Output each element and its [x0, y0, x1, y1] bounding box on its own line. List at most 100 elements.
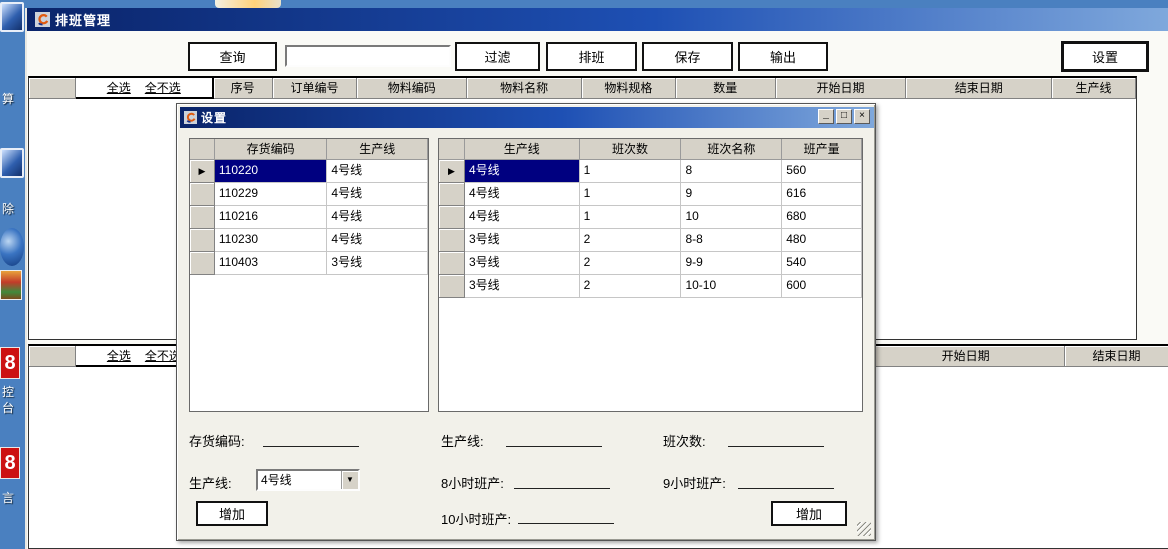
row-marker-cell[interactable]: ▶ — [190, 160, 215, 183]
table-row[interactable]: ▶ 4号线 1 8 560 — [439, 160, 862, 183]
column-header[interactable]: 存货编码 — [215, 139, 328, 160]
column-header[interactable]: 物料规格 — [582, 78, 676, 99]
cell-line[interactable]: 4号线 — [465, 160, 580, 183]
cell-shift-name[interactable]: 8-8 — [681, 229, 782, 252]
save-button[interactable]: 保存 — [642, 42, 733, 71]
cell-line[interactable]: 4号线 — [327, 206, 428, 229]
column-header[interactable]: 物料编码 — [357, 78, 467, 99]
cell-inventory-code[interactable]: 110229 — [215, 183, 328, 206]
column-header[interactable]: 订单编号 — [273, 78, 358, 99]
export-button[interactable]: 输出 — [738, 42, 828, 71]
cell-line[interactable]: 4号线 — [327, 229, 428, 252]
row-marker-cell[interactable] — [439, 206, 465, 229]
table-row[interactable]: 3号线 2 9-9 540 — [439, 252, 862, 275]
cell-shift-name[interactable]: 9-9 — [681, 252, 782, 275]
row-marker-cell[interactable]: ▶ — [439, 160, 465, 183]
cell-shift-name[interactable]: 8 — [681, 160, 782, 183]
row-marker-cell[interactable] — [439, 183, 465, 206]
my-computer-icon[interactable] — [0, 2, 24, 32]
cell-shift-count[interactable]: 2 — [580, 252, 682, 275]
minimize-button[interactable]: _ — [818, 109, 834, 124]
filter-button[interactable]: 过滤 — [455, 42, 540, 71]
shift10-field[interactable] — [518, 523, 614, 524]
table-row[interactable]: 3号线 2 8-8 480 — [439, 229, 862, 252]
shift-count-field[interactable] — [728, 446, 824, 447]
row-marker-cell[interactable] — [439, 229, 465, 252]
shift9-field[interactable] — [738, 488, 834, 489]
column-header[interactable]: 生产线 — [1052, 78, 1136, 99]
cell-shift-output[interactable]: 600 — [782, 275, 862, 298]
cell-shift-count[interactable]: 2 — [580, 229, 682, 252]
column-header[interactable]: 班次名称 — [681, 139, 782, 160]
table-row[interactable]: 3号线 2 10-10 600 — [439, 275, 862, 298]
shift8-field[interactable] — [514, 488, 610, 489]
filter-input[interactable] — [285, 45, 451, 67]
add-inventory-button[interactable]: 增加 — [196, 501, 268, 526]
row-marker-cell[interactable] — [190, 183, 215, 206]
row-marker-cell[interactable] — [190, 229, 215, 252]
table-row[interactable]: ▶ 110220 4号线 — [190, 160, 428, 183]
line-field[interactable] — [506, 446, 602, 447]
network-globe-icon[interactable] — [0, 228, 24, 266]
table-row[interactable]: 4号线 1 9 616 — [439, 183, 862, 206]
cell-inventory-code[interactable]: 110216 — [215, 206, 328, 229]
row-marker-cell[interactable] — [190, 206, 215, 229]
cell-shift-name[interactable]: 10 — [681, 206, 782, 229]
cell-shift-count[interactable]: 1 — [580, 183, 682, 206]
cell-inventory-code[interactable]: 110220 — [215, 160, 328, 183]
cell-line[interactable]: 3号线 — [327, 252, 428, 275]
cell-shift-name[interactable]: 10-10 — [681, 275, 782, 298]
column-header[interactable]: 开始日期 — [776, 78, 907, 99]
query-button[interactable]: 查询 — [188, 42, 277, 71]
cell-line[interactable]: 3号线 — [465, 275, 580, 298]
cell-line[interactable]: 4号线 — [327, 183, 428, 206]
column-header[interactable]: 结束日期 — [906, 78, 1052, 99]
dialog-titlebar[interactable]: 设置 _ □ × — [180, 107, 874, 128]
select-all-link[interactable]: 全选 — [107, 346, 131, 365]
table-row[interactable]: 110230 4号线 — [190, 229, 428, 252]
table-row[interactable]: 110229 4号线 — [190, 183, 428, 206]
row-marker-cell[interactable] — [439, 275, 465, 298]
cell-inventory-code[interactable]: 110403 — [215, 252, 328, 275]
maximize-button[interactable]: □ — [836, 109, 852, 124]
resize-grip[interactable] — [857, 522, 871, 536]
cell-line[interactable]: 3号线 — [465, 229, 580, 252]
main-titlebar[interactable]: 排班管理 — [27, 8, 1168, 31]
cell-shift-output[interactable]: 616 — [782, 183, 862, 206]
cell-line[interactable]: 4号线 — [327, 160, 428, 183]
cell-shift-output[interactable]: 560 — [782, 160, 862, 183]
row-marker-cell[interactable] — [190, 252, 215, 275]
cell-shift-name[interactable]: 9 — [681, 183, 782, 206]
column-header[interactable]: 序号 — [214, 78, 273, 99]
column-header[interactable]: 物料名称 — [467, 78, 582, 99]
computer-icon[interactable] — [0, 148, 24, 178]
cell-line[interactable]: 3号线 — [465, 252, 580, 275]
cell-line[interactable]: 4号线 — [465, 183, 580, 206]
column-header[interactable]: 班产量 — [782, 139, 862, 160]
table-row[interactable]: 110403 3号线 — [190, 252, 428, 275]
application-icon[interactable] — [0, 270, 22, 300]
settings-button[interactable]: 设置 — [1061, 41, 1149, 72]
arrange-button[interactable]: 排班 — [546, 42, 637, 71]
column-header[interactable]: 结束日期 — [1065, 346, 1168, 367]
cell-shift-output[interactable]: 480 — [782, 229, 862, 252]
cell-line[interactable]: 4号线 — [465, 206, 580, 229]
column-header[interactable]: 生产线 — [465, 139, 580, 160]
cell-shift-output[interactable]: 540 — [782, 252, 862, 275]
column-header[interactable]: 开始日期 — [867, 346, 1065, 367]
select-none-link[interactable]: 全不选 — [145, 78, 181, 97]
column-header[interactable]: 班次数 — [580, 139, 682, 160]
erp-app-icon[interactable]: 8 — [0, 347, 20, 379]
table-row[interactable]: 110216 4号线 — [190, 206, 428, 229]
row-marker-cell[interactable] — [439, 252, 465, 275]
cell-shift-output[interactable]: 680 — [782, 206, 862, 229]
cell-shift-count[interactable]: 1 — [580, 160, 682, 183]
add-shift-button[interactable]: 增加 — [771, 501, 847, 526]
column-header[interactable]: 数量 — [676, 78, 776, 99]
chevron-down-icon[interactable]: ▼ — [341, 471, 358, 489]
line-select[interactable]: 4号线 ▼ — [256, 469, 360, 491]
close-button[interactable]: × — [854, 109, 870, 124]
column-header[interactable]: 生产线 — [327, 139, 428, 160]
select-all-link[interactable]: 全选 — [107, 78, 131, 97]
inventory-code-field[interactable] — [263, 446, 359, 447]
